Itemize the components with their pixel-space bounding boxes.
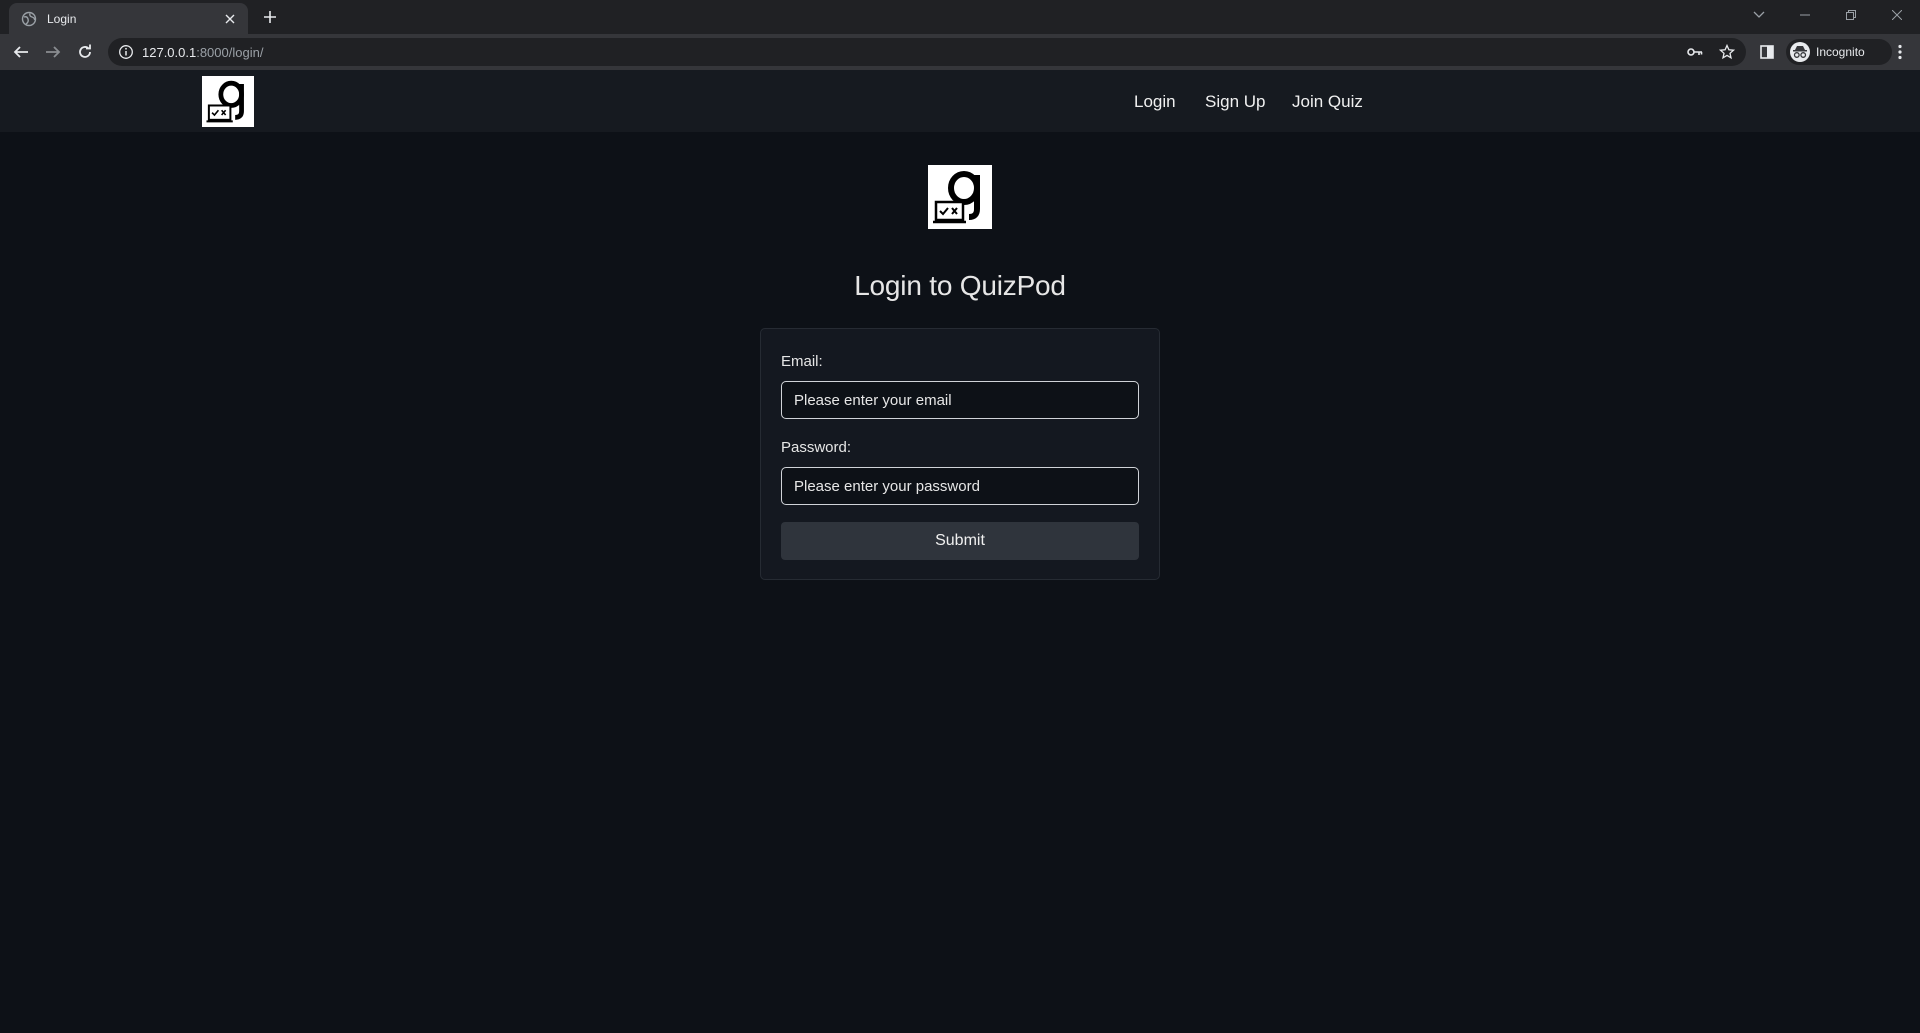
- key-icon[interactable]: [1682, 38, 1708, 66]
- restore-icon[interactable]: [1828, 0, 1874, 30]
- email-label: Email:: [781, 353, 823, 370]
- browser-tabstrip: Login: [0, 0, 1920, 34]
- tab-search-icon[interactable]: [1736, 0, 1782, 30]
- page-title: Login to QuizPod: [854, 270, 1066, 301]
- back-arrow-icon[interactable]: [8, 39, 34, 65]
- login-form: Email: Password: Submit: [760, 328, 1160, 580]
- new-tab-icon[interactable]: [259, 6, 281, 28]
- incognito-icon: [1790, 42, 1810, 62]
- quizpod-logo-icon: [928, 165, 992, 229]
- close-window-icon[interactable]: [1874, 0, 1920, 30]
- password-input[interactable]: [781, 467, 1139, 505]
- reload-icon[interactable]: [72, 39, 98, 65]
- password-label: Password:: [781, 439, 852, 456]
- profile-label: Incognito: [1816, 45, 1865, 59]
- minimize-icon[interactable]: [1782, 0, 1828, 30]
- forward-arrow-icon[interactable]: [40, 39, 66, 65]
- nav-links: Login Sign Up Join Quiz: [0, 70, 1920, 132]
- submit-button[interactable]: Submit: [781, 522, 1139, 560]
- address-bar[interactable]: 127.0.0.1:8000/login/: [108, 38, 1746, 66]
- email-input[interactable]: [781, 381, 1139, 419]
- tab-title: Login: [47, 11, 77, 26]
- incognito-profile-button[interactable]: Incognito: [1786, 39, 1892, 65]
- site-info-icon[interactable]: [118, 44, 134, 60]
- side-panel-icon[interactable]: [1754, 39, 1780, 65]
- bookmark-star-icon[interactable]: [1714, 38, 1740, 66]
- globe-icon: [21, 11, 37, 27]
- nav-join-quiz-link[interactable]: Join Quiz: [1292, 92, 1363, 112]
- nav-signup-link[interactable]: Sign Up: [1205, 92, 1265, 112]
- close-tab-icon[interactable]: [222, 11, 238, 27]
- url-host: 127.0.0.1: [142, 44, 197, 60]
- browser-toolbar: 127.0.0.1:8000/login/ Incognito: [0, 34, 1920, 70]
- url-path: :8000/login/: [196, 44, 264, 60]
- browser-tab[interactable]: Login: [9, 3, 248, 34]
- site-navbar: Login Sign Up Join Quiz: [0, 70, 1920, 132]
- nav-login-link[interactable]: Login: [1134, 92, 1176, 112]
- browser-menu-icon[interactable]: [1888, 39, 1912, 65]
- center-logo: [928, 165, 992, 229]
